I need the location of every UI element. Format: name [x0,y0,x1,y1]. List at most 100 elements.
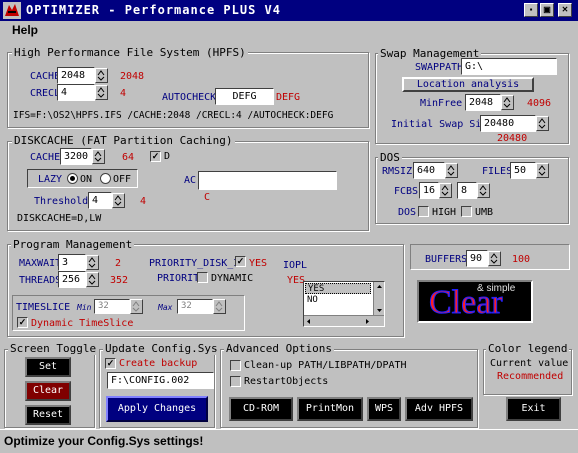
initial-swap-spinner[interactable] [536,116,549,131]
hpfs-autocheck-input[interactable]: DEFG [215,88,274,105]
printmon-button[interactable]: PrintMon [297,397,363,421]
timeslice-min-spinner[interactable] [130,299,143,314]
restart-objects-checkbox[interactable] [230,376,241,387]
restart-objects-label: RestartObjects [244,376,329,387]
ac-input[interactable] [198,171,337,190]
spin-arrows-icon [490,253,498,264]
diskcache-cache-input[interactable]: 3200 [60,148,92,165]
clear-button[interactable]: Clear [25,381,71,401]
hpfs-ifs-line: IFS=F:\OS2\HPFS.IFS /CACHE:2048 /CRECL:4… [13,110,334,121]
diskcache-summary: DISKCACHE=D,LW [17,213,102,224]
program-group-title: Program Management [11,238,135,251]
minfree-current: 4096 [527,98,552,109]
timeslice-max-spinner[interactable] [213,299,226,314]
hpfs-cache-input[interactable]: 2048 [57,67,95,84]
iopl-listbox[interactable]: YES NO [303,281,385,327]
window-title: OPTIMIZER - Performance PLUS V4 [26,3,281,17]
minfree-input[interactable]: 2048 [465,94,501,111]
timeslice-max-label: Max [158,303,173,312]
timeslice-max-input[interactable]: 32 [177,299,213,314]
apply-changes-button[interactable]: Apply Changes [106,396,208,422]
scroll-arrows-horizontal-icon [307,319,369,324]
spin-arrows-icon [97,70,105,81]
diskcache-cache-current: 64 [122,152,135,163]
spin-arrows-icon [88,274,96,285]
menu-help[interactable]: Help [12,23,38,37]
threshold-current: 4 [140,196,147,207]
color-legend-title: Color legend [486,342,570,355]
threads-current: 352 [110,275,129,286]
cdrom-button[interactable]: CD-ROM [229,397,293,421]
priority-disk-checkbox[interactable]: ✓ [235,256,246,267]
priority-disk-label: PRIORITY_DISK_IO [149,258,246,269]
iopl-vscrollbar[interactable] [373,282,384,315]
timeslice-min-input[interactable]: 32 [94,299,130,314]
advanced-title: Advanced Options [224,342,334,355]
files-spinner[interactable] [536,163,549,178]
buffers-spinner[interactable] [488,251,501,266]
dynamic-timeslice-checkbox[interactable]: ✓ [17,317,28,328]
close-button[interactable]: ✕ [558,3,572,17]
dos-umb-checkbox[interactable] [461,206,472,217]
diskcache-d-checkbox[interactable]: ✓ [150,151,161,162]
fcbs-input-2[interactable]: 8 [457,182,477,199]
dos-umb-label: UMB [475,207,494,218]
priority-dynamic-checkbox[interactable] [197,272,208,283]
cleanup-checkbox[interactable] [230,360,241,371]
files-label: FILES [482,166,513,177]
location-analysis-button[interactable]: Location analysis [402,77,534,92]
rmsize-spinner[interactable] [445,163,458,178]
files-input[interactable]: 50 [510,162,536,179]
hpfs-crecl-label: CRECL [30,88,61,99]
backup-path-input[interactable]: F:\CONFIG.002 [107,372,214,389]
diskcache-group-title: DISKCACHE (FAT Partition Caching) [12,134,235,147]
minfree-label: MinFree [420,98,463,109]
iopl-hscrollbar[interactable] [304,315,384,326]
adv-hpfs-button[interactable]: Adv HPFS [405,397,473,421]
minimize-button[interactable]: ▪ [524,3,538,17]
diskcache-cache-spinner[interactable] [92,149,105,164]
fcbs-spinner-1[interactable] [439,183,452,198]
timeslice-label: TIMESLICE [16,302,71,313]
maxwait-current: 2 [115,258,122,269]
hpfs-cache-label: CACHE [30,71,61,82]
hpfs-crecl-input[interactable]: 4 [57,84,95,101]
maxwait-spinner[interactable] [86,255,99,270]
spin-arrows-icon [132,301,140,312]
iopl-label: IOPL [283,260,308,271]
iopl-option-no[interactable]: NO [307,295,318,306]
screen-toggle-title: Screen Toggle [8,342,99,355]
threads-input[interactable]: 256 [58,271,86,288]
lazy-off-radio[interactable] [100,173,111,184]
fcbs-spinner-2[interactable] [477,183,490,198]
minfree-spinner[interactable] [501,95,514,110]
initial-swap-label: Initial Swap Size [391,119,494,130]
swappath-input[interactable]: G:\ [461,58,557,75]
swappath-label: SWAPPATH [415,62,464,73]
spin-arrows-icon [447,165,455,176]
maxwait-input[interactable]: 3 [58,254,86,271]
legend-current: Current value [490,358,569,369]
set-button[interactable]: Set [25,357,71,377]
wps-button[interactable]: WPS [367,397,401,421]
app-icon[interactable] [3,2,21,19]
fcbs-input-1[interactable]: 16 [419,182,439,199]
dos-high-checkbox[interactable] [418,206,429,217]
maxwait-label: MAXWAIT [19,258,62,269]
hpfs-crecl-spinner[interactable] [95,85,108,100]
create-backup-checkbox[interactable]: ✓ [105,358,116,369]
threshold-input[interactable]: 4 [88,192,112,209]
threads-spinner[interactable] [86,272,99,287]
exit-button[interactable]: Exit [506,397,561,421]
iopl-option-yes[interactable]: YES [305,283,371,294]
buffers-input[interactable]: 90 [466,250,488,267]
initial-swap-input[interactable]: 20480 [480,115,536,132]
hpfs-cache-spinner[interactable] [95,68,108,83]
reset-button[interactable]: Reset [25,405,71,425]
rmsize-input[interactable]: 640 [413,162,445,179]
maximize-button[interactable]: ▣ [540,3,554,17]
diskcache-cache-label: CACHE [30,152,61,163]
threshold-spinner[interactable] [112,193,125,208]
lazy-on-radio[interactable] [67,173,78,184]
dos-label: DOS [398,207,417,218]
